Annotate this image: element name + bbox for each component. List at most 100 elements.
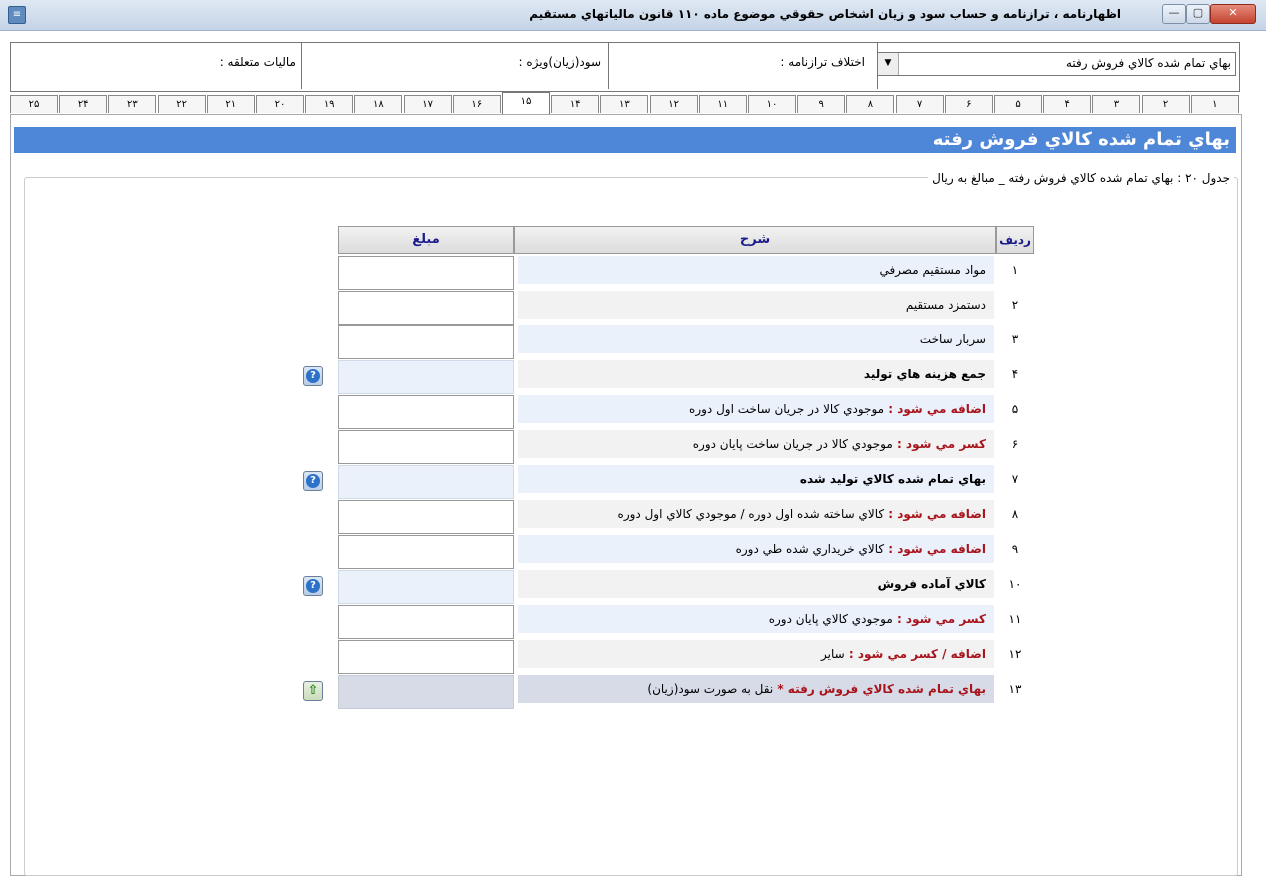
amount-field[interactable] xyxy=(338,500,514,534)
col-desc-header: شرح xyxy=(514,226,996,254)
tab-15[interactable]: ۱۵ xyxy=(502,92,550,114)
row-prefix: اضافه / كسر مي شود : xyxy=(844,647,986,661)
row-text: جمع هزينه هاي توليد xyxy=(863,367,986,381)
tab-22[interactable]: ۲۲ xyxy=(157,95,206,113)
row-number: ۴ xyxy=(1011,367,1019,381)
amount-field[interactable] xyxy=(338,395,514,429)
row-text: كالاي آماده فروش xyxy=(877,577,986,591)
row-text: بهاي تمام شده كالاي توليد شده xyxy=(799,472,986,486)
title-bar: ≡ — ▢ ✕ اظهارنامه ، ترازنامه و حساب سود … xyxy=(0,0,1266,31)
row-text: ساير xyxy=(821,647,845,661)
row-number: ۱۱ xyxy=(1008,612,1022,626)
tab-14[interactable]: ۱۴ xyxy=(551,95,600,113)
row-description: اضافه مي شود : كالاي خريداري شده طي دوره xyxy=(518,535,994,563)
section-select-value: بهاي تمام شده كالاي فروش رفته xyxy=(1066,56,1231,70)
table-caption: جدول ۲۰ : بهاي تمام شده كالاي فروش رفته … xyxy=(928,171,1234,185)
tab-19[interactable]: ۱۹ xyxy=(305,95,354,113)
tab-7[interactable]: ۷ xyxy=(895,95,944,113)
tab-12[interactable]: ۱۲ xyxy=(649,95,698,113)
row-text: موجودي كالا در جريان ساخت پايان دوره xyxy=(692,437,893,451)
tab-1[interactable]: ۱ xyxy=(1190,95,1239,113)
row-number: ۳ xyxy=(1011,332,1019,346)
row-prefix: كسر مي شود : xyxy=(892,612,986,626)
tab-10[interactable]: ۱۰ xyxy=(748,95,796,113)
row-prefix: اضافه مي شود : xyxy=(884,542,986,556)
row-description: اضافه / كسر مي شود : ساير xyxy=(518,640,994,668)
amount-field[interactable] xyxy=(338,256,514,290)
row-text: كالاي ساخته شده اول دوره / موجودي كالاي … xyxy=(617,507,885,521)
row-description: جمع هزينه هاي توليد xyxy=(518,360,994,388)
tab-21[interactable]: ۲۱ xyxy=(206,95,255,113)
row-text: كالاي خريداري شده طي دوره xyxy=(735,542,885,556)
tab-6[interactable]: ۶ xyxy=(944,95,993,113)
amount-field[interactable] xyxy=(338,535,514,569)
minimize-button[interactable]: — xyxy=(1162,4,1186,24)
help-button[interactable]: ? xyxy=(303,366,323,386)
amount-field xyxy=(338,570,514,604)
row-text: سربار ساخت xyxy=(919,332,986,346)
tab-4[interactable]: ۴ xyxy=(1043,95,1092,113)
row-number: ۹ xyxy=(1011,542,1019,556)
tab-8[interactable]: ۸ xyxy=(846,95,895,113)
row-description: اضافه مي شود : موجودي كالا در جريان ساخت… xyxy=(518,395,994,423)
window-title: اظهارنامه ، ترازنامه و حساب سود و زيان ا… xyxy=(529,7,1121,21)
tab-11[interactable]: ۱۱ xyxy=(698,95,747,113)
amount-field xyxy=(338,360,514,394)
help-button[interactable]: ? xyxy=(303,471,323,491)
profit-label: سود(زيان)ويژه : xyxy=(518,55,601,69)
row-text: نقل به صورت سود(زيان) xyxy=(647,682,774,696)
row-description: بهاي تمام شده كالاي توليد شده xyxy=(518,465,994,493)
tab-16[interactable]: ۱۶ xyxy=(452,95,501,113)
tab-13[interactable]: ۱۳ xyxy=(600,95,649,113)
row-description: كسر مي شود : موجودي كالا در جريان ساخت پ… xyxy=(518,430,994,458)
row-text: موجودي كالاي پايان دوره xyxy=(768,612,893,626)
amount-field[interactable] xyxy=(338,605,514,639)
row-description: سربار ساخت xyxy=(518,325,994,353)
tab-5[interactable]: ۵ xyxy=(994,95,1042,113)
divider xyxy=(301,43,302,89)
amount-field[interactable] xyxy=(338,430,514,464)
tab-3[interactable]: ۳ xyxy=(1092,95,1141,113)
row-number: ۲ xyxy=(1011,298,1019,312)
tab-24[interactable]: ۲۴ xyxy=(59,95,108,113)
row-prefix: كسر مي شود : xyxy=(892,437,986,451)
transfer-up-button[interactable]: ⇧ xyxy=(303,681,323,701)
row-number: ۱۰ xyxy=(1008,577,1022,591)
amount-field[interactable] xyxy=(338,640,514,674)
row-text: موجودي كالا در جريان ساخت اول دوره xyxy=(689,402,885,416)
amount-field[interactable] xyxy=(338,325,514,359)
app-icon[interactable]: ≡ xyxy=(8,6,26,24)
row-number: ۱ xyxy=(1011,263,1019,277)
row-number: ۸ xyxy=(1011,507,1019,521)
row-text: مواد مستقيم مصرفي xyxy=(879,263,986,277)
amount-field xyxy=(338,675,514,709)
amount-field[interactable] xyxy=(338,291,514,325)
tab-17[interactable]: ۱۷ xyxy=(403,95,452,113)
row-description: مواد مستقيم مصرفي xyxy=(518,256,994,284)
tab-25[interactable]: ۲۵ xyxy=(10,95,58,113)
balance-diff-label: اختلاف ترازنامه : xyxy=(780,55,865,69)
tab-23[interactable]: ۲۳ xyxy=(108,95,157,113)
section-header: بهاي تمام شده كالاي فروش رفته xyxy=(14,127,1236,153)
close-button[interactable]: ✕ xyxy=(1210,4,1256,24)
summary-bar: بهاي تمام شده كالاي فروش رفته ▼ اختلاف ت… xyxy=(10,42,1240,92)
row-prefix: اضافه مي شود : xyxy=(884,507,986,521)
section-select[interactable]: بهاي تمام شده كالاي فروش رفته ▼ xyxy=(877,52,1236,76)
maximize-button[interactable]: ▢ xyxy=(1186,4,1210,24)
amount-field xyxy=(338,465,514,499)
row-number: ۶ xyxy=(1011,437,1019,451)
tab-9[interactable]: ۹ xyxy=(797,95,846,113)
tab-2[interactable]: ۲ xyxy=(1141,95,1190,113)
row-prefix: بهاي تمام شده كالاي فروش رفته * xyxy=(773,682,986,696)
tab-20[interactable]: ۲۰ xyxy=(256,95,304,113)
row-description: كالاي آماده فروش xyxy=(518,570,994,598)
row-text: دستمزد مستقيم xyxy=(905,298,986,312)
divider xyxy=(877,43,878,89)
tab-strip: ۱ ۲ ۳ ۴ ۵ ۶ ۷ ۸ ۹ ۱۰ ۱۱ ۱۲ ۱۳ ۱۴ ۱۵ ۱۶ ۱۷ ۱۸ ۱۹ ۲۰ ۲۱ ۲۲ ۲۳ ۲۴ ۲… xyxy=(10,92,1240,115)
help-button[interactable]: ? xyxy=(303,576,323,596)
row-description: بهاي تمام شده كالاي فروش رفته * نقل به ص… xyxy=(518,675,994,703)
row-number: ۷ xyxy=(1011,472,1019,486)
row-description: اضافه مي شود : كالاي ساخته شده اول دوره … xyxy=(518,500,994,528)
chevron-down-icon[interactable]: ▼ xyxy=(878,53,899,75)
tab-18[interactable]: ۱۸ xyxy=(354,95,403,113)
